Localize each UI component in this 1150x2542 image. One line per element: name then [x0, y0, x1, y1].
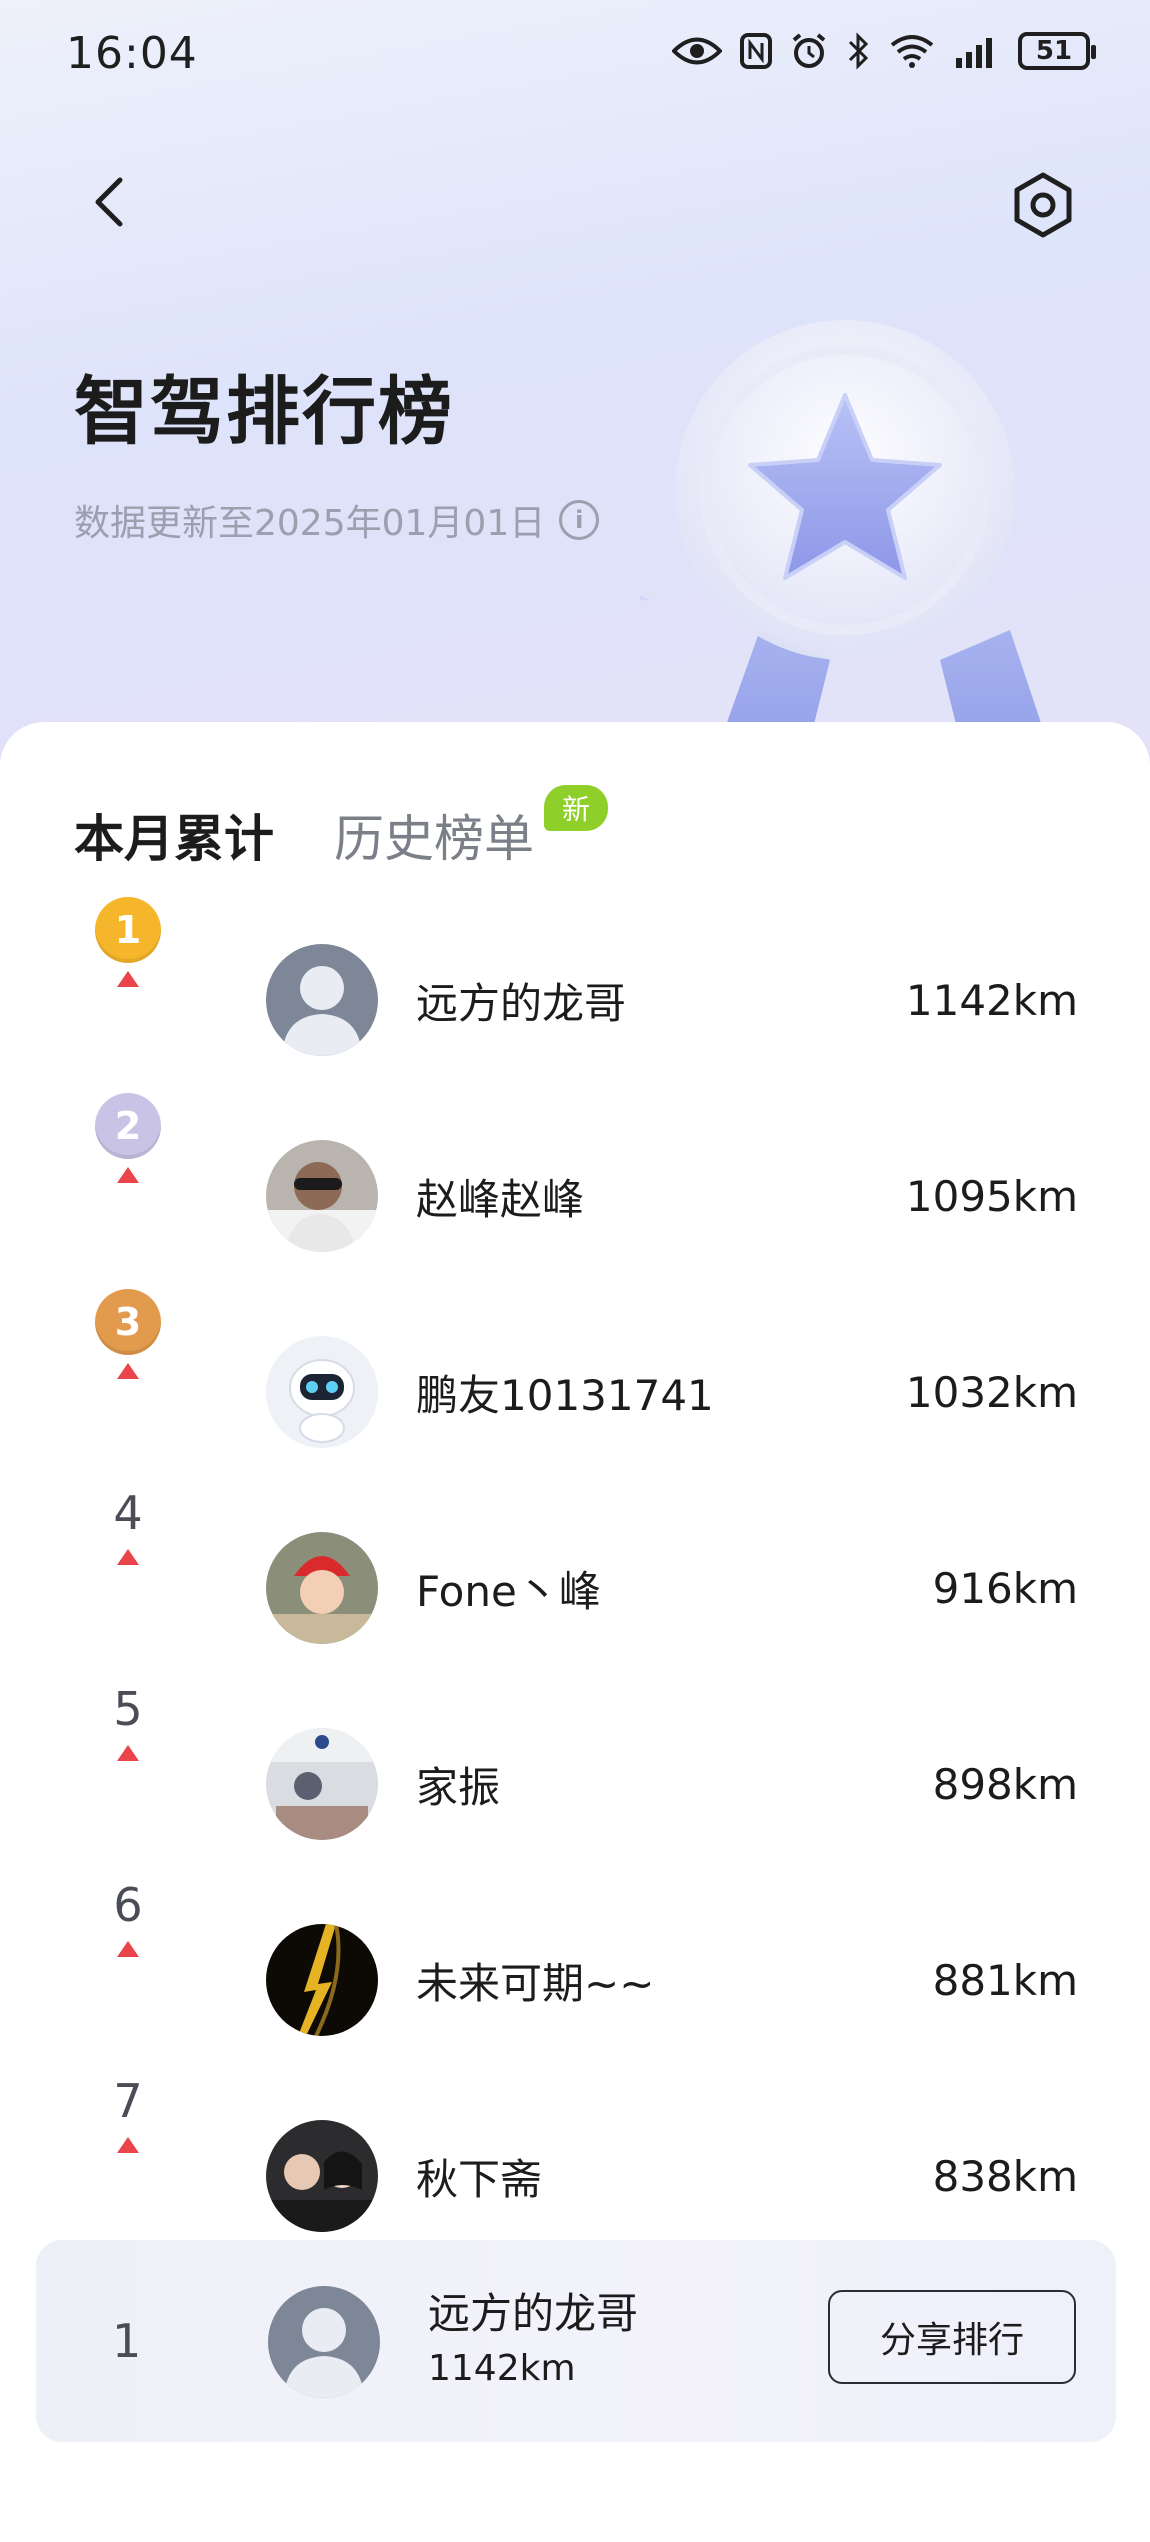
gold-medal-icon: 1 [95, 897, 161, 963]
page-title: 智驾排行榜 [74, 369, 454, 455]
battery-icon: 51 [1018, 32, 1096, 70]
ranking-row[interactable]: 5 家振 898km [0, 1681, 1150, 1877]
status-time: 16:04 [66, 28, 198, 79]
status-icons: 51 [672, 32, 1096, 70]
bronze-medal-icon: 3 [95, 1289, 161, 1355]
distance-value: 1142km [905, 975, 1078, 1025]
trend-up-icon [117, 1745, 139, 1761]
user-name: 鹏友10131741 [416, 1370, 714, 1420]
rank-cell: 2 [86, 1093, 170, 1183]
my-avatar[interactable] [268, 2286, 380, 2398]
ranking-row[interactable]: 1 远方的龙哥 1142km [0, 897, 1150, 1093]
status-bar: 16:04 51 [0, 0, 1150, 115]
rank-number: 4 [113, 1486, 143, 1540]
my-user-name: 远方的龙哥 [428, 2289, 639, 2338]
avatar[interactable] [266, 1336, 378, 1448]
alarm-icon [792, 33, 826, 68]
rank-cell: 3 [86, 1289, 170, 1379]
share-ranking-button[interactable]: 分享排行 [828, 2290, 1076, 2384]
my-distance-value: 1142km [428, 2348, 576, 2389]
silver-medal-icon: 2 [95, 1093, 161, 1159]
rank-number: 7 [113, 2074, 143, 2128]
info-icon[interactable]: i [559, 500, 600, 540]
user-name: 远方的龙哥 [416, 978, 627, 1028]
distance-value: 1032km [905, 1367, 1078, 1417]
nfc-icon [740, 33, 772, 69]
trend-up-icon [117, 971, 139, 987]
rank-cell: 5 [86, 1681, 170, 1761]
wifi-icon [890, 35, 934, 68]
distance-value: 881km [932, 1955, 1078, 2005]
rank-cell: 1 [86, 897, 170, 987]
rank-number: 5 [113, 1682, 143, 1736]
tab-history-label: 历史榜单 [334, 810, 534, 868]
bluetooth-icon [848, 32, 869, 70]
user-name: 未来可期~~ [416, 1958, 655, 2008]
header-banner: 16:04 51 智驾排行榜 数据更新至2025年01月01日 i [0, 0, 1150, 780]
my-ranking-bar: 1 远方的龙哥 1142km 分享排行 [36, 2240, 1116, 2442]
distance-value: 916km [932, 1563, 1078, 1613]
ranking-row[interactable]: 6 未来可期~~ 881km [0, 1877, 1150, 2073]
new-badge: 新 [543, 785, 608, 831]
avatar[interactable] [266, 1140, 378, 1252]
star-medal-illustration [640, 320, 1060, 780]
eye-icon [672, 37, 722, 65]
distance-value: 1095km [905, 1171, 1078, 1221]
distance-value: 898km [932, 1759, 1078, 1809]
ranking-row[interactable]: 4 Fone丶峰 916km [0, 1485, 1150, 1681]
ranking-tabs: 本月累计 历史榜单 新 [74, 785, 608, 871]
ranking-row[interactable]: 3 鹏友10131741 1032km [0, 1289, 1150, 1485]
tab-history[interactable]: 历史榜单 新 [334, 785, 608, 871]
update-date-text: 数据更新至2025年01月01日 [74, 503, 546, 544]
trend-up-icon [117, 1363, 139, 1379]
my-rank-number: 1 [112, 2314, 142, 2368]
back-arrow-icon[interactable] [82, 172, 142, 232]
trend-up-icon [117, 1167, 139, 1183]
rank-cell: 4 [86, 1485, 170, 1565]
rank-number: 6 [113, 1878, 143, 1932]
avatar[interactable] [266, 1924, 378, 2036]
avatar[interactable] [266, 1728, 378, 1840]
update-date: 数据更新至2025年01月01日 i [74, 494, 600, 546]
settings-icon[interactable] [1008, 170, 1078, 240]
rank-cell: 7 [86, 2073, 170, 2153]
tab-monthly[interactable]: 本月累计 [74, 799, 274, 871]
avatar[interactable] [266, 944, 378, 1056]
signal-icon [956, 38, 992, 68]
user-name: 家振 [416, 1762, 501, 1812]
user-name: 赵峰赵峰 [416, 1174, 585, 1224]
avatar[interactable] [266, 2120, 378, 2232]
trend-up-icon [117, 1941, 139, 1957]
trend-up-icon [117, 1549, 139, 1565]
avatar[interactable] [266, 1532, 378, 1644]
ranking-row[interactable]: 2 赵峰赵峰 1095km [0, 1093, 1150, 1289]
trend-up-icon [117, 2137, 139, 2153]
user-name: Fone丶峰 [416, 1566, 601, 1616]
rank-cell: 6 [86, 1877, 170, 1957]
